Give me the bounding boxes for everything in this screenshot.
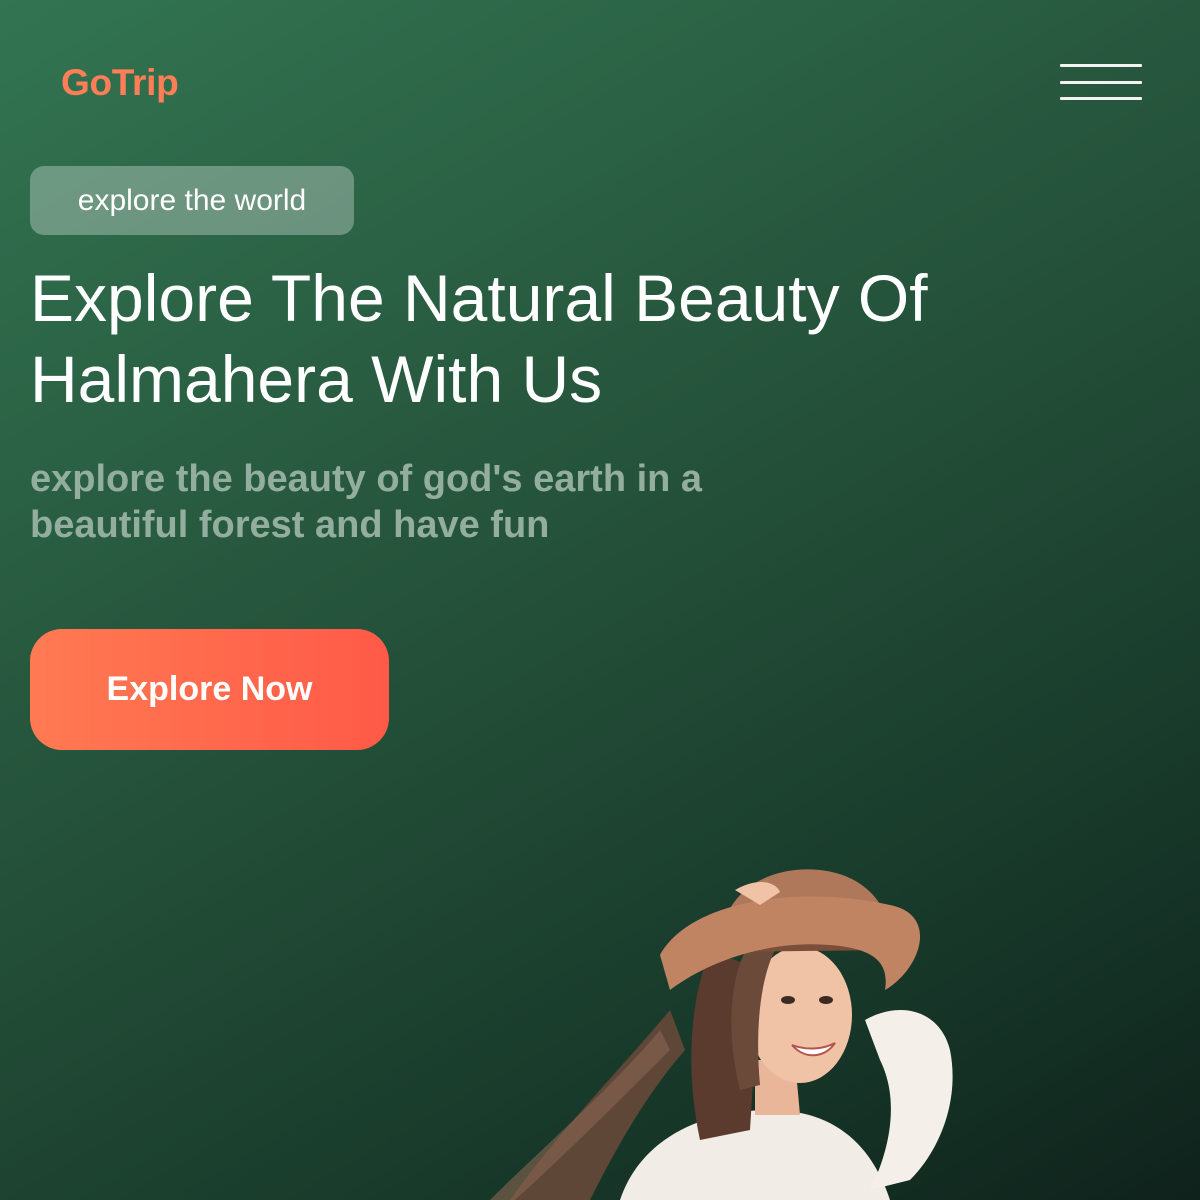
headline-line-2: Halmahera With Us bbox=[30, 342, 603, 416]
hero-subtext: explore the beauty of god's earth in a b… bbox=[30, 456, 790, 548]
brand-logo[interactable]: GoTrip bbox=[61, 62, 179, 104]
woman-illustration bbox=[490, 869, 953, 1200]
menu-bar-top bbox=[1060, 64, 1142, 67]
subtext-line-1: explore the beauty of god's earth in a bbox=[30, 458, 703, 500]
woman-with-hat-photo bbox=[470, 860, 990, 1200]
menu-bar-bottom bbox=[1060, 97, 1142, 100]
explore-tag-badge: explore the world bbox=[30, 166, 354, 235]
hero-headline: Explore The Natural Beauty Of Halmahera … bbox=[30, 258, 1110, 420]
hamburger-menu-icon[interactable] bbox=[1060, 64, 1142, 104]
menu-bar-middle bbox=[1060, 81, 1142, 84]
subtext-line-2: beautiful forest and have fun bbox=[30, 504, 550, 546]
headline-line-1: Explore The Natural Beauty Of bbox=[30, 261, 928, 335]
explore-now-button[interactable]: Explore Now bbox=[30, 629, 389, 750]
